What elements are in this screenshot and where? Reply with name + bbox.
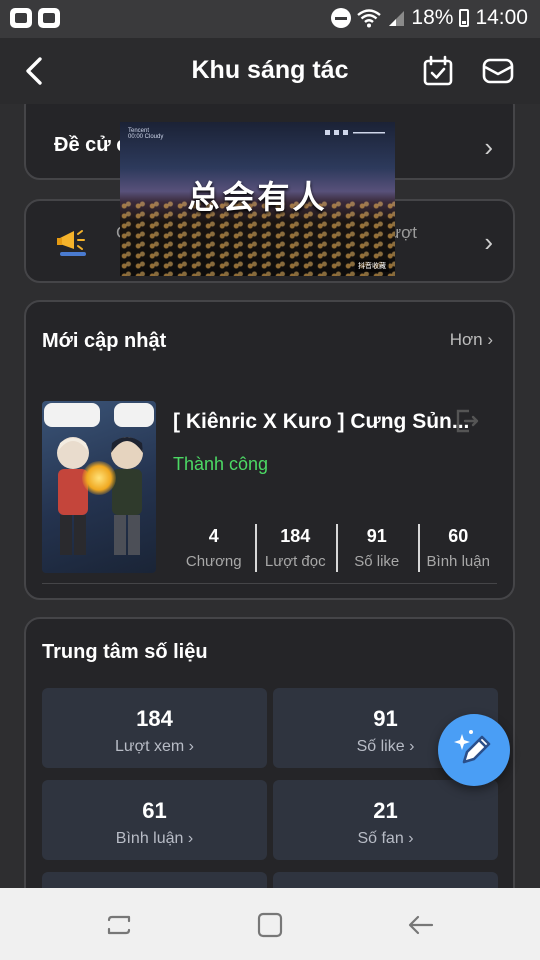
stat-label: Chương [185, 553, 242, 570]
tile-value: 184 [136, 706, 173, 731]
tile-value: 61 [142, 798, 167, 823]
stat-label: Số like [354, 553, 400, 570]
chevron-right-icon: › [409, 738, 415, 755]
more-link[interactable]: Hơn › [450, 330, 493, 350]
stat-value: 91 [366, 526, 387, 546]
recommend-label: Đề cử c [54, 134, 128, 156]
tile-views[interactable]: 184 Lượt xem › [42, 688, 267, 768]
mail-icon[interactable] [482, 55, 514, 87]
speech-bubble [114, 403, 154, 427]
chevron-right-icon: › [188, 738, 194, 755]
stat-label: Lượt đọc [264, 553, 326, 570]
section-title: Mới cập nhật [42, 330, 167, 352]
home-icon[interactable] [257, 912, 283, 938]
stat-reads: 184 Lượt đọc [254, 522, 337, 572]
chevron-right-icon: › [187, 830, 194, 847]
tile-label: Bình luận › [42, 830, 267, 848]
tile-label: Lượt xem › [42, 738, 267, 756]
section-title: Trung tâm số liệu [42, 641, 208, 663]
tile-label-text: Lượt xem [115, 738, 185, 755]
edit-fab-button[interactable] [438, 714, 510, 786]
video-tag: Tencent 00:00 Cloudy [128, 128, 163, 140]
tile-partial[interactable] [42, 872, 267, 888]
stat-label: Bình luận [426, 553, 490, 570]
wifi-icon [357, 9, 382, 28]
notification-icons [10, 8, 60, 28]
status-right: 18% 14:00 [331, 6, 528, 30]
speech-bubble [44, 403, 100, 427]
tile-partial[interactable] [273, 872, 498, 888]
battery-icon [459, 9, 470, 27]
edit-pencil-icon [454, 730, 491, 764]
story-cover-image[interactable] [42, 401, 156, 573]
chevron-right-icon: › [487, 330, 493, 349]
story-title[interactable]: [ Kiênric X Kuro ] Cưng Sủn... [173, 410, 473, 434]
calendar-check-icon[interactable] [422, 55, 454, 87]
recent-apps-icon[interactable] [106, 912, 132, 938]
app-notification-icon [38, 8, 60, 28]
tile-fans[interactable]: 21 Số fan › [273, 780, 498, 860]
chevron-right-icon: › [408, 830, 414, 847]
character-illustration [57, 437, 89, 555]
stat-comments: 60 Bình luận [417, 522, 500, 572]
system-nav-bar [0, 888, 540, 960]
stat-value: 184 [280, 526, 311, 546]
tile-label: Số fan › [273, 830, 498, 848]
exit-icon[interactable] [454, 408, 480, 434]
video-badge: 抖音收藏 [355, 260, 389, 272]
story-stats: 4 Chương 184 Lượt đọc 91 Số like 60 Bình… [173, 522, 499, 572]
tile-label-text: Bình luận [115, 830, 184, 847]
chevron-right-icon: › [484, 227, 493, 257]
back-nav-icon[interactable] [408, 912, 434, 938]
tile-label-text: Số fan [357, 830, 404, 847]
tile-value: 21 [373, 798, 398, 823]
app-header: Khu sáng tác [0, 38, 540, 104]
status-bar: 18% 14:00 [0, 0, 540, 38]
character-illustration [111, 437, 143, 555]
megaphone-icon [57, 230, 86, 256]
floating-video-overlay[interactable]: Tencent 00:00 Cloudy 总会有人 抖音收藏 [120, 122, 395, 276]
stat-chapters: 4 Chương [173, 522, 255, 572]
stat-likes: 91 Số like [336, 522, 418, 572]
clock: 14:00 [475, 6, 528, 29]
tile-comments[interactable]: 61 Bình luận › [42, 780, 267, 860]
chevron-right-icon: › [484, 132, 493, 162]
tile-label-text: Số like [356, 738, 405, 755]
app-notification-icon [10, 8, 32, 28]
stat-value: 4 [208, 526, 219, 546]
battery-percent: 18% [411, 6, 454, 29]
do-not-disturb-icon [331, 8, 352, 28]
video-controls-icon [325, 130, 385, 135]
video-caption: 总会有人 [187, 179, 328, 215]
video-tag-line: 00:00 Cloudy [128, 134, 164, 140]
more-label: Hơn [449, 330, 483, 349]
stat-value: 60 [448, 526, 469, 546]
recent-updates-card: Mới cập nhật Hơn › [ Kiênric X Kuro ] Cư… [24, 300, 515, 600]
glow-object [82, 461, 116, 495]
signal-icon [389, 11, 405, 26]
page-title: Khu sáng tác [191, 56, 349, 84]
divider [42, 583, 497, 584]
status-text: Thành công [173, 454, 269, 474]
